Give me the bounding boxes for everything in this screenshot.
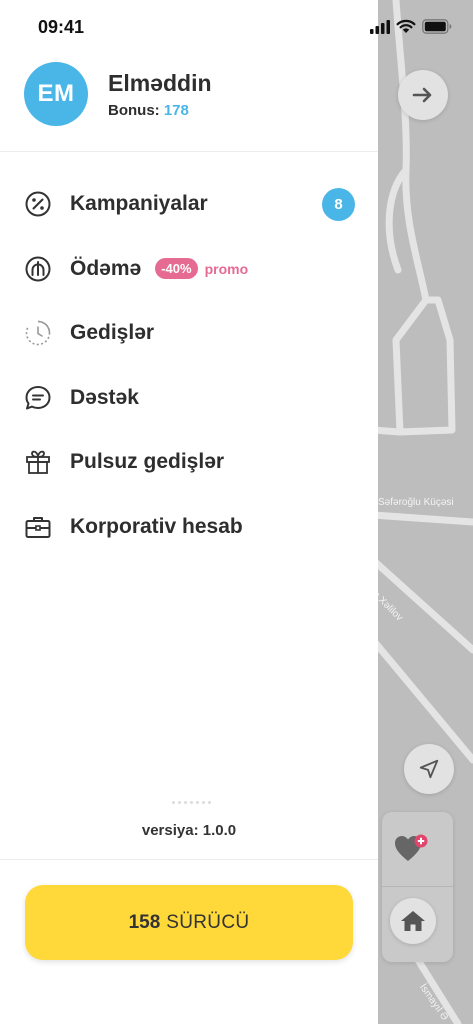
chat-support-icon — [24, 384, 52, 412]
profile-name: Elmǝddin — [108, 69, 212, 96]
cellular-signal-icon — [370, 19, 390, 34]
history-icon — [24, 319, 52, 347]
menu-item-payment[interactable]: Ödǝmǝ -40% promo — [0, 237, 378, 302]
drivers-label: SÜRÜCÜ — [166, 911, 250, 933]
briefcase-icon — [24, 513, 52, 541]
menu-item-label: Korporativ hesab — [70, 514, 243, 538]
navigation-arrow-icon — [419, 759, 439, 779]
favorites-button[interactable] — [394, 834, 428, 869]
status-time: 09:41 — [38, 17, 85, 37]
bonus-value: 178 — [163, 101, 189, 119]
version-text: versiya: 1.0.0 — [141, 822, 237, 839]
card-divider — [382, 886, 453, 887]
status-icons — [370, 19, 452, 34]
profile-header[interactable]: EM Elmǝddin Bonus: 178 — [24, 62, 212, 126]
menu-list: Kampaniyalar 8 Ödǝmǝ -40% promo Gedişlǝr… — [0, 172, 378, 559]
menu-item-campaigns[interactable]: Kampaniyalar 8 — [0, 172, 378, 237]
side-drawer: EM Elmǝddin Bonus: 178 Kampaniyalar 8 Öd… — [0, 0, 378, 1024]
home-icon — [401, 911, 425, 931]
battery-icon — [422, 19, 452, 34]
manat-icon — [24, 255, 52, 283]
home-button[interactable] — [390, 898, 436, 944]
discount-pill: -40% — [155, 258, 198, 280]
heart-add-icon — [395, 834, 428, 861]
page-dots — [172, 801, 211, 804]
menu-item-label: Ödǝmǝ — [70, 256, 142, 280]
campaigns-count-badge: 8 — [322, 187, 355, 221]
divider — [0, 151, 378, 152]
arrow-right-icon — [412, 87, 432, 103]
menu-item-support[interactable]: Dǝstǝk — [0, 366, 378, 431]
menu-item-label: Pulsuz gedişlǝr — [70, 450, 225, 474]
menu-item-free-rides[interactable]: Pulsuz gedişlǝr — [0, 430, 378, 495]
status-bar: 09:41 — [0, 0, 473, 54]
street-label: Sǝfǝroğlu Küçǝsi — [378, 497, 454, 508]
drivers-count: 158 — [128, 911, 161, 933]
menu-item-label: Kampaniyalar — [70, 192, 208, 216]
bonus-label: Bonus: — [108, 101, 160, 119]
divider — [0, 859, 378, 860]
map-shortcuts-card — [382, 812, 453, 962]
bonus-row: Bonus: 178 — [108, 102, 212, 119]
my-location-button[interactable] — [404, 744, 454, 794]
gift-icon — [24, 448, 52, 476]
promo-label: promo — [204, 260, 249, 277]
wifi-icon — [396, 19, 416, 33]
avatar[interactable]: EM — [24, 62, 88, 126]
menu-item-corporate-account[interactable]: Korporativ hesab — [0, 495, 378, 560]
menu-item-rides[interactable]: Gedişlǝr — [0, 301, 378, 366]
menu-item-label: Dǝstǝk — [70, 385, 139, 409]
menu-item-label: Gedişlǝr — [70, 321, 155, 345]
drivers-button[interactable]: 158 SÜRÜCÜ — [25, 885, 353, 960]
forward-arrow-button[interactable] — [398, 70, 448, 120]
percent-icon — [24, 190, 52, 218]
